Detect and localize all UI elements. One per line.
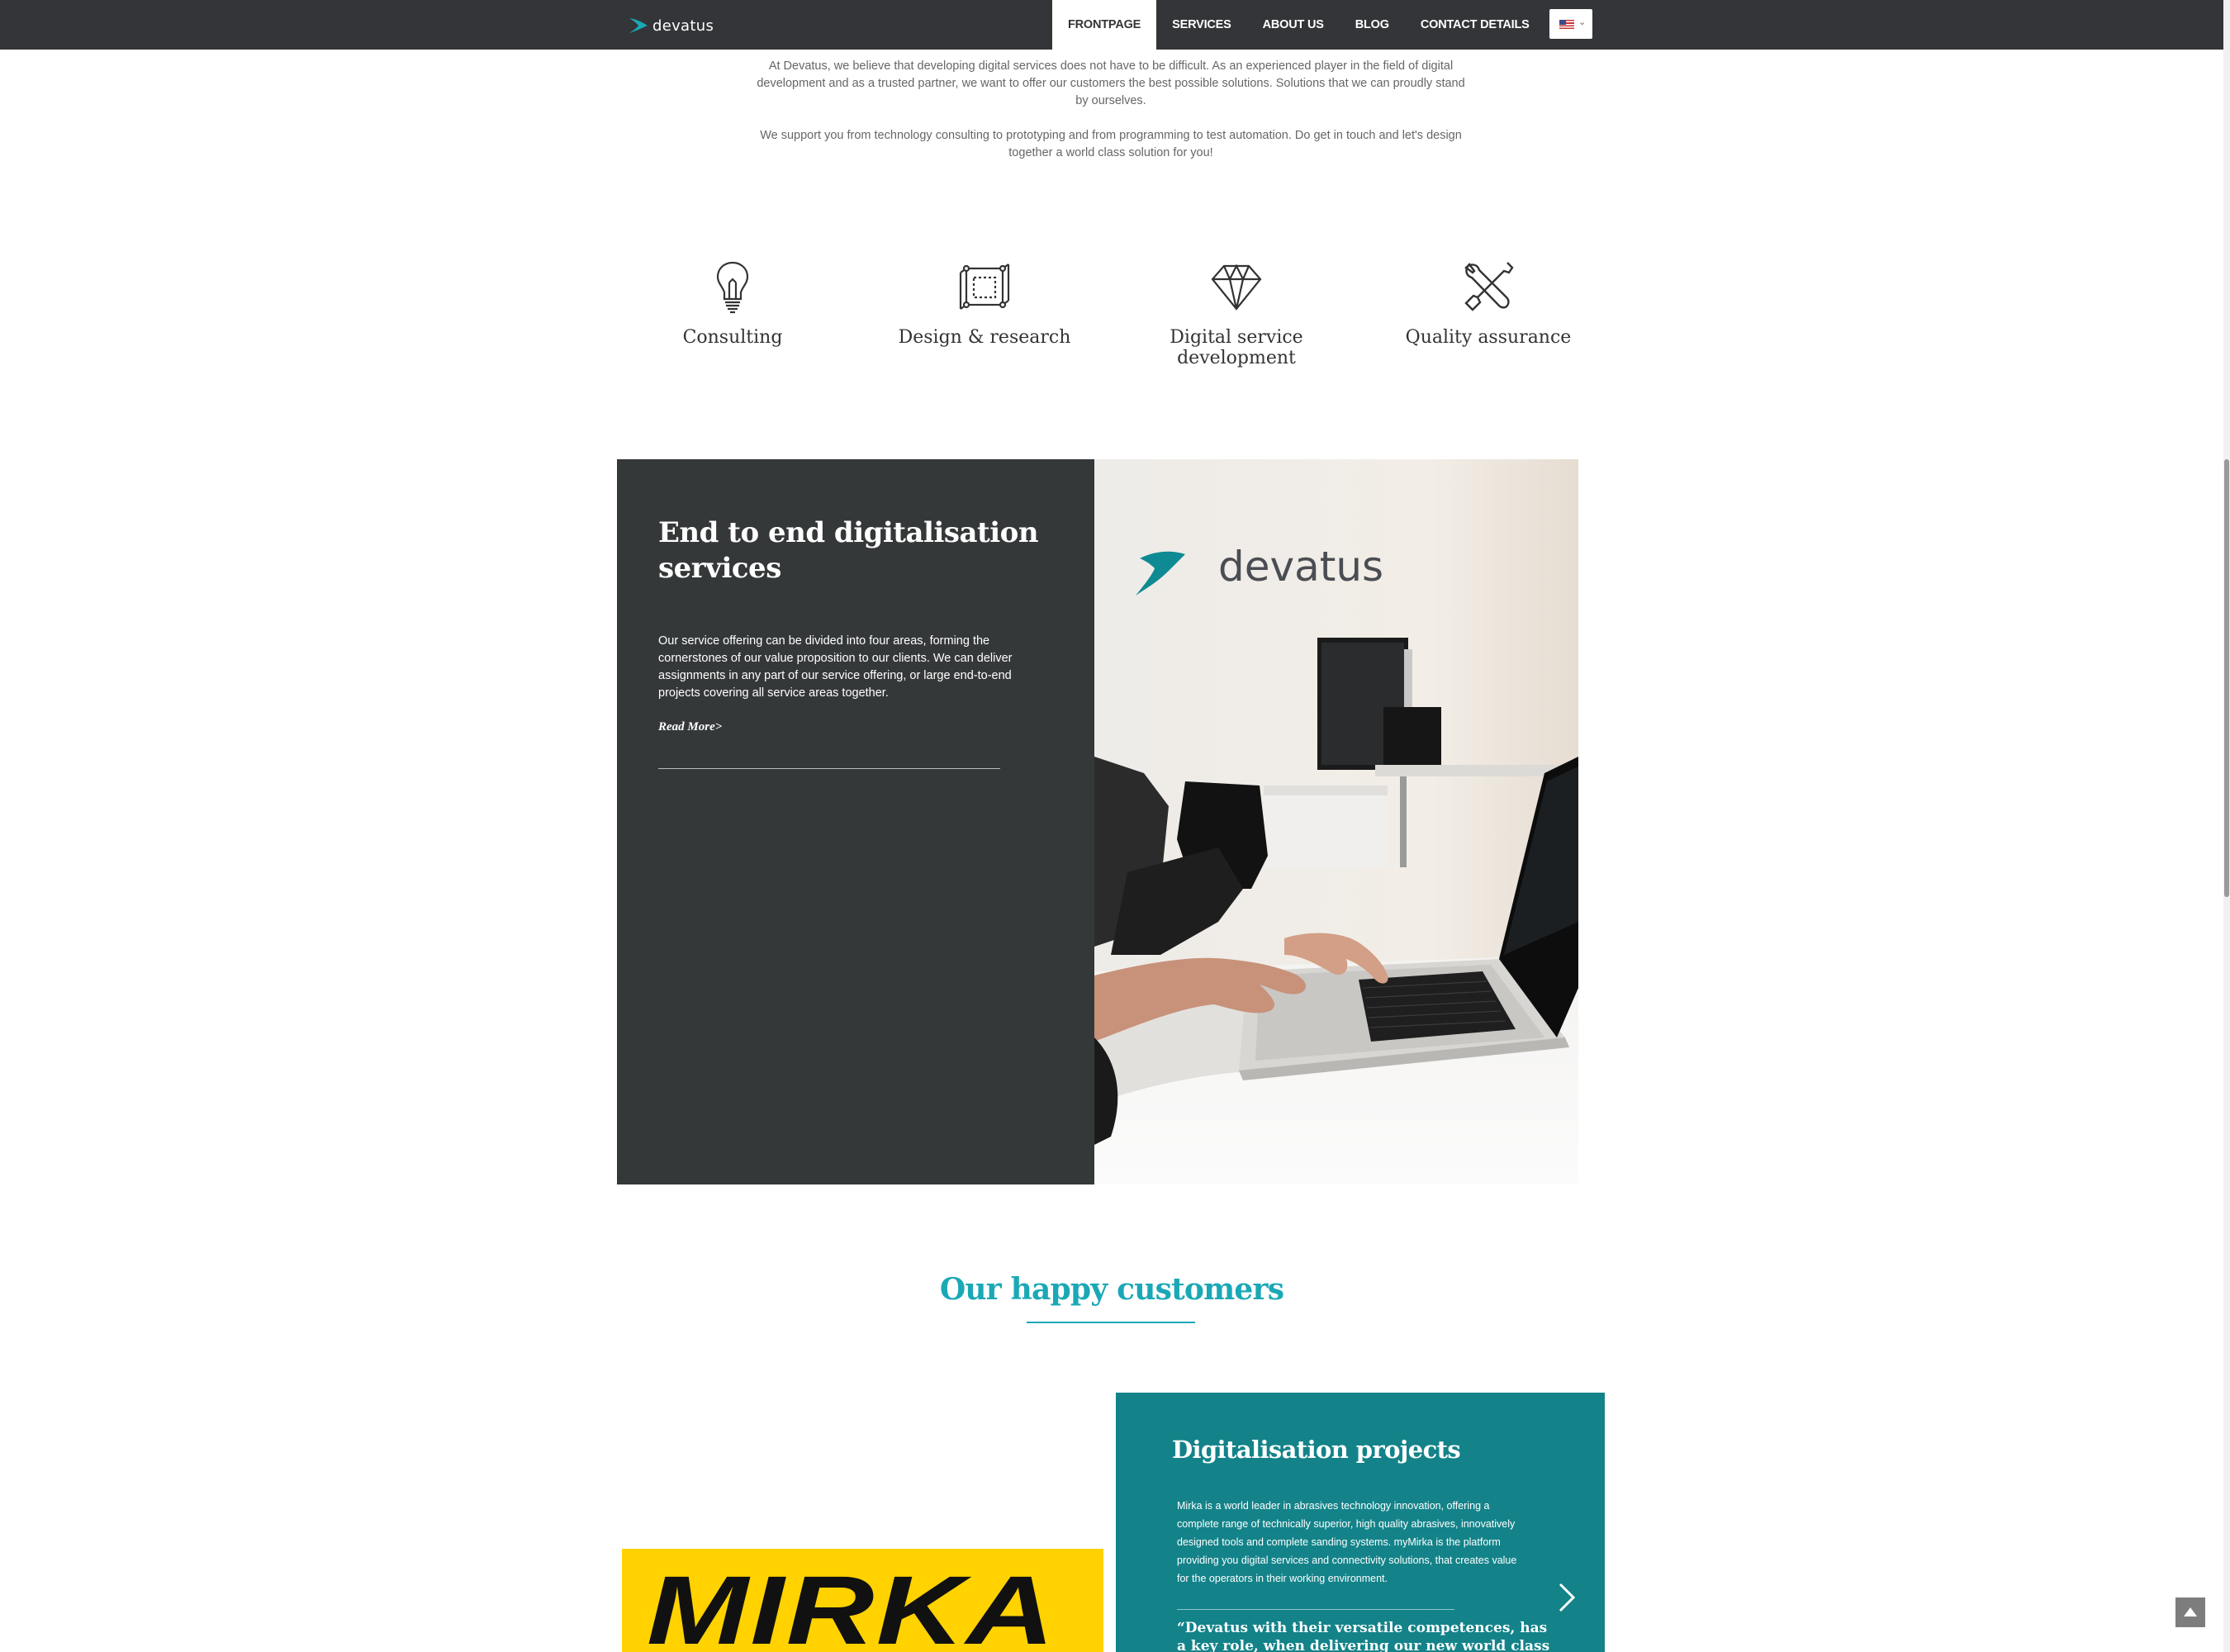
service-label: Consulting: [682, 327, 783, 348]
scroll-to-top-button[interactable]: [2175, 1597, 2205, 1627]
scrollbar-thumb[interactable]: [2224, 459, 2229, 897]
nav-services[interactable]: SERVICES: [1156, 0, 1246, 50]
intro-text: At Devatus, we believe that developing d…: [752, 58, 1470, 179]
feature-section: End to end digitalisation services Our s…: [617, 459, 1578, 1184]
mirka-logo-text: MIRKA: [647, 1556, 1056, 1652]
case-description: Mirka is a world leader in abrasives tec…: [1177, 1500, 1517, 1584]
arrow-up-icon: [2184, 1607, 2197, 1616]
service-label: Digital service development: [1170, 327, 1303, 368]
devatus-logo-icon: [629, 18, 648, 33]
service-label: Quality assurance: [1405, 327, 1572, 348]
intro-paragraph-1: At Devatus, we believe that developing d…: [757, 59, 1465, 107]
divider: [1177, 1609, 1454, 1610]
nav-frontpage[interactable]: FRONTPAGE: [1052, 0, 1157, 50]
devatus-logo[interactable]: devatus: [628, 15, 714, 36]
feature-title: End to end digitalisation services: [658, 516, 1039, 585]
service-design-research[interactable]: Design & research: [861, 258, 1108, 348]
heading-underline: [1027, 1322, 1195, 1323]
case-quote: “Devatus with their versatile competence…: [1177, 1620, 1550, 1652]
cube-icon: [959, 263, 1010, 310]
mirka-logo: MIRKA: [622, 1549, 1103, 1652]
divider: [658, 768, 1000, 769]
nav-blog[interactable]: BLOG: [1340, 0, 1405, 50]
service-consulting[interactable]: Consulting: [609, 258, 856, 348]
chevron-down-icon: ⌄: [1578, 17, 1587, 27]
read-more-link[interactable]: Read More>: [658, 720, 722, 734]
feature-description: Our service offering can be divided into…: [658, 634, 1013, 700]
feature-text-panel: End to end digitalisation services Our s…: [617, 459, 1094, 1184]
office-illustration: devatus: [1094, 459, 1578, 1184]
photo-logo-text: devatus: [1218, 543, 1383, 591]
intro-paragraph-2: We support you from technology consultin…: [760, 129, 1462, 159]
chevron-right-icon[interactable]: [1554, 1579, 1578, 1616]
nav-contact-details[interactable]: CONTACT DETAILS: [1405, 0, 1545, 50]
diamond-icon: [1211, 263, 1262, 311]
customers-heading: Our happy customers: [939, 1272, 1284, 1307]
office-laptop-photo: devatus: [1094, 459, 1578, 1184]
service-digital-development[interactable]: Digital service development: [1113, 258, 1360, 368]
customer-case-card: Digitalisation projects Mirka is a world…: [1116, 1393, 1605, 1652]
lightbulb-icon: [716, 261, 749, 314]
case-title: Digitalisation projects: [1172, 1436, 1461, 1464]
tools-icon: [1464, 262, 1514, 311]
page-scrollbar[interactable]: [2223, 0, 2230, 1652]
service-quality-assurance[interactable]: Quality assurance: [1364, 258, 1612, 348]
main-nav: FRONTPAGE SERVICES ABOUT US BLOG CONTACT…: [1052, 0, 1545, 50]
service-label: Design & research: [898, 327, 1071, 348]
top-navigation-bar: devatus FRONTPAGE SERVICES ABOUT US BLOG…: [0, 0, 2223, 50]
language-selector[interactable]: ⌄: [1549, 9, 1592, 39]
nav-about-us[interactable]: ABOUT US: [1247, 0, 1340, 50]
logo-text: devatus: [652, 17, 714, 35]
us-flag-icon: [1559, 20, 1574, 29]
